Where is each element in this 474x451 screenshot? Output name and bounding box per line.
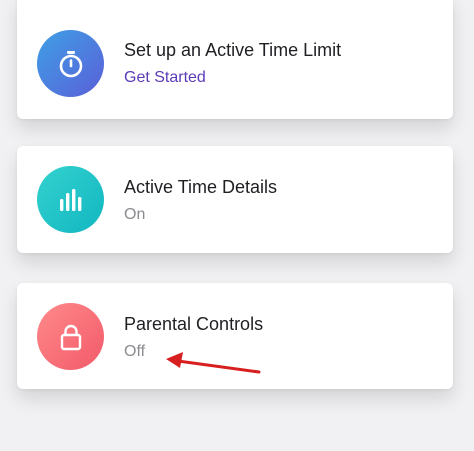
parental-controls-card[interactable]: Parental Controls Off	[17, 283, 453, 389]
status-text: Off	[124, 343, 146, 360]
card-title: Active Time Details	[124, 177, 278, 197]
card-title: Parental Controls	[124, 314, 264, 334]
bar-chart-icon	[37, 166, 104, 233]
card-title: Set up an Active Time Limit	[124, 40, 342, 60]
lock-icon	[37, 303, 104, 370]
status-text: On	[124, 206, 146, 223]
get-started-link[interactable]: Get Started	[124, 69, 206, 87]
active-time-details-card[interactable]: Active Time Details On	[17, 146, 453, 253]
active-time-limit-card[interactable]: Set up an Active Time Limit Get Started	[17, 0, 453, 119]
stopwatch-icon	[37, 30, 104, 97]
